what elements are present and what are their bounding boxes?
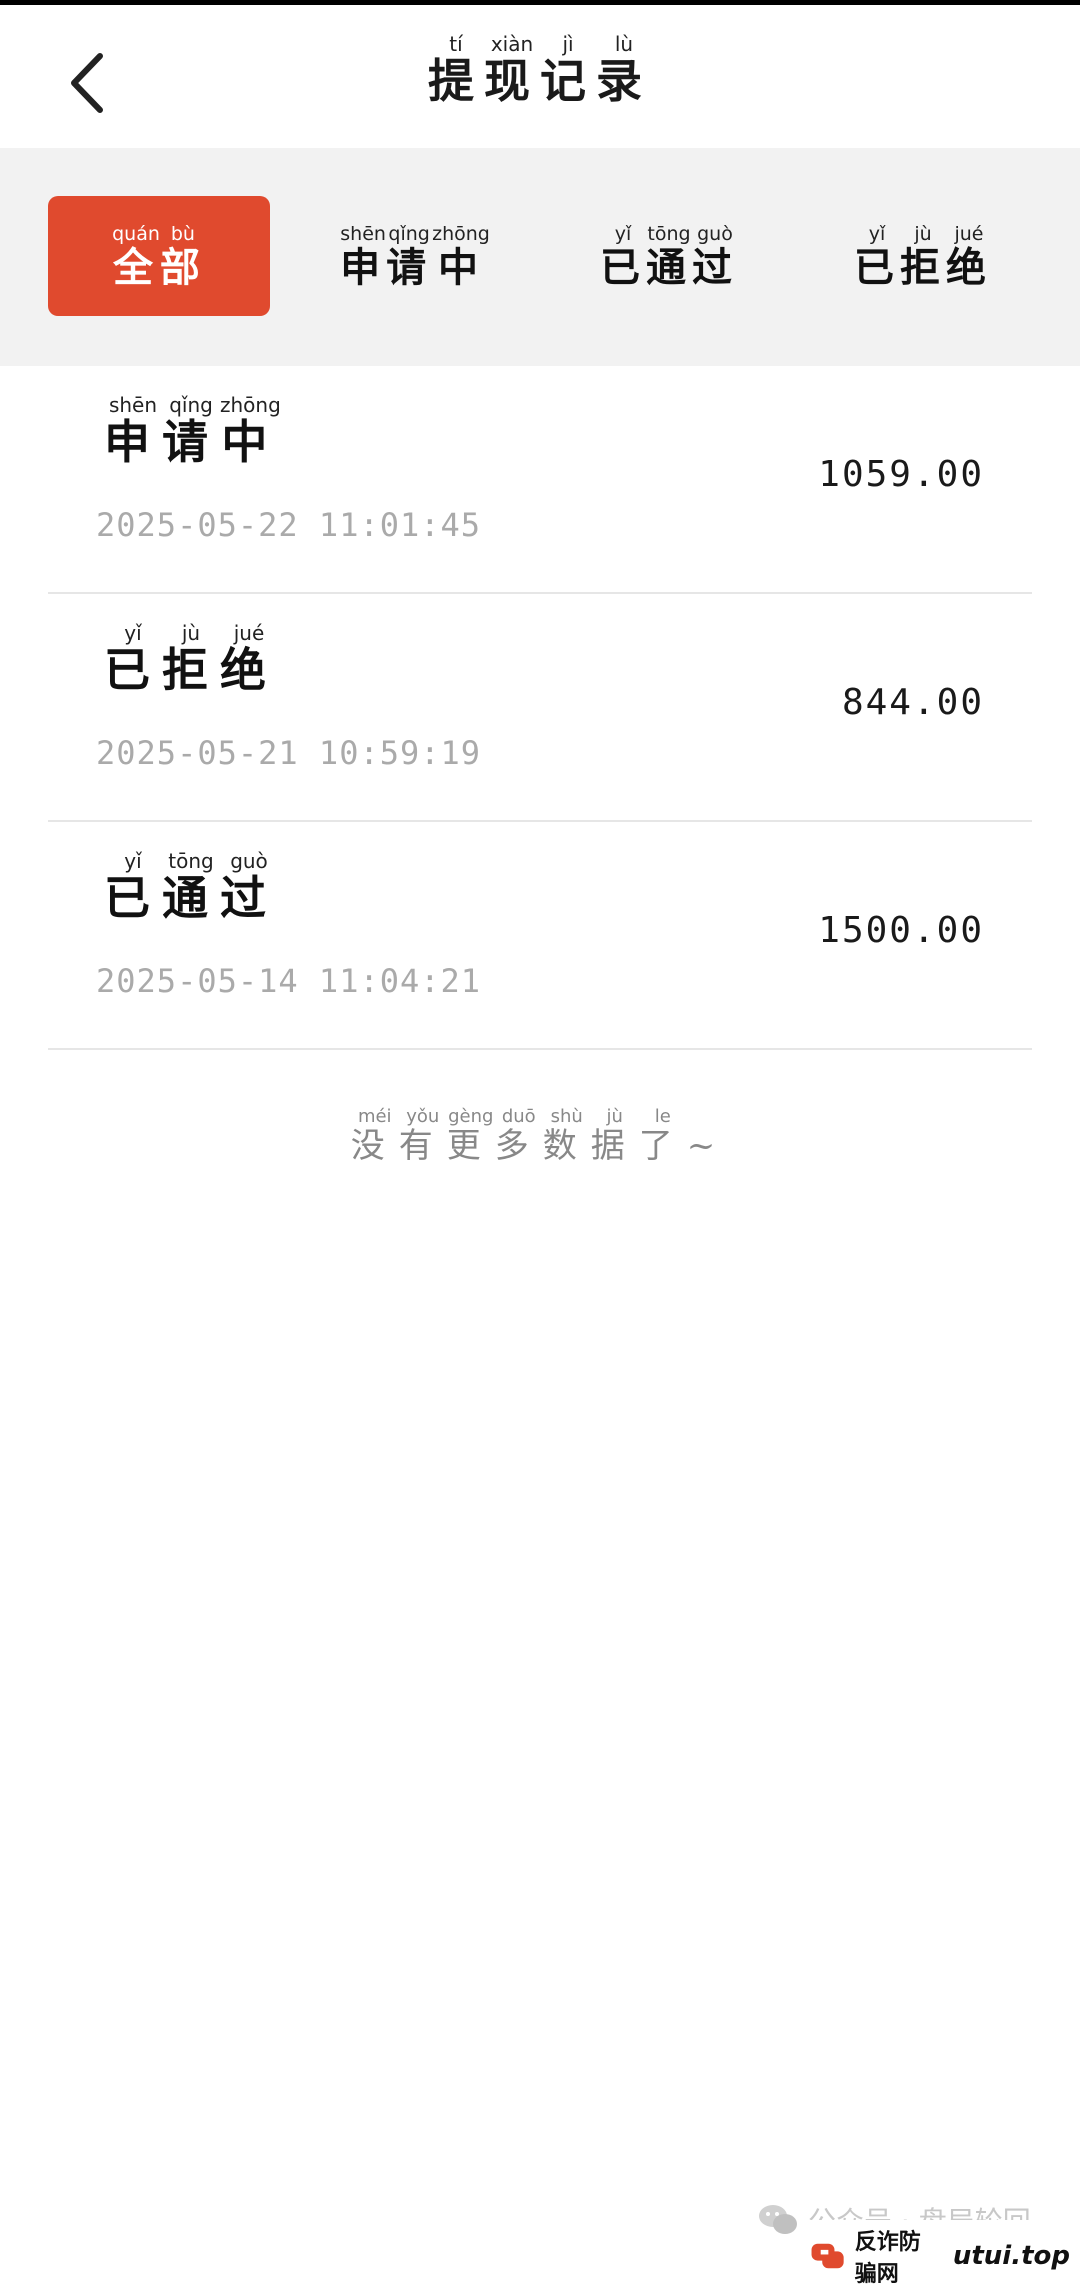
pinyin-char: 全quán: [112, 223, 160, 291]
pinyin-char: 提tí: [428, 32, 484, 108]
pinyin-char: 拒jù: [162, 621, 220, 697]
pinyin-char: 已yǐ: [104, 849, 162, 925]
record-time: 2025-05-22 11:01:45: [96, 506, 482, 544]
filter-tab-bar: 全quán部bù 申shēn请qǐng中zhōng 已yǐ通tōng过guò 已…: [0, 148, 1080, 366]
tab-rejected[interactable]: 已yǐ拒jù绝jué: [812, 196, 1034, 316]
pinyin-char: 更gèng: [446, 1106, 495, 1166]
pinyin-char: 申shēn: [340, 223, 387, 291]
brand-logo-icon: [811, 2243, 844, 2269]
pinyin-char: 已yǐ: [854, 223, 900, 291]
pinyin-char: 没méi: [350, 1106, 399, 1166]
page-title-text: 提tí现xiàn记jì录lù: [428, 32, 652, 108]
record-status: 申shēn请qǐng中zhōng: [104, 393, 281, 472]
pinyin-char: 中zhōng: [432, 223, 490, 291]
record-amount: 1059.00: [818, 454, 984, 495]
withdrawal-record-list: 申shēn请qǐng中zhōng 2025-05-22 11:01:45 105…: [0, 366, 1080, 1050]
pinyin-char: 过guò: [692, 223, 738, 291]
pinyin-char: 多duō: [494, 1106, 543, 1166]
tab-all-label: 全quán部bù: [112, 223, 206, 293]
list-item[interactable]: 已yǐ拒jù绝jué 2025-05-21 10:59:19 844.00: [48, 594, 1032, 822]
pinyin-char: 有yǒu: [398, 1106, 447, 1166]
list-item[interactable]: 申shēn请qǐng中zhōng 2025-05-22 11:01:45 105…: [48, 366, 1032, 594]
tab-approved-label: 已yǐ通tōng过guò: [600, 223, 738, 293]
pinyin-char: 绝jué: [220, 621, 278, 697]
list-item[interactable]: 已yǐ通tōng过guò 2025-05-14 11:04:21 1500.00: [48, 822, 1032, 1050]
pinyin-char: 记jì: [540, 32, 596, 108]
tab-all[interactable]: 全quán部bù: [48, 196, 270, 316]
record-amount: 1500.00: [818, 910, 984, 951]
pinyin-char: 现xiàn: [484, 32, 540, 108]
tab-approved[interactable]: 已yǐ通tōng过guò: [558, 196, 780, 316]
tab-pending-label: 申shēn请qǐng中zhōng: [340, 223, 490, 293]
record-status: 已yǐ通tōng过guò: [104, 849, 278, 928]
pinyin-char: 中zhōng: [220, 393, 281, 469]
no-more-data-suffix: ~: [686, 1126, 730, 1166]
pinyin-char: 请qǐng: [162, 393, 220, 469]
no-more-data-text: 没méi有yǒu更gèng多duō数shù据jù了le~: [0, 1106, 1080, 1167]
pinyin-char: 部bù: [159, 223, 206, 291]
pinyin-char: 通tōng: [646, 223, 692, 291]
brand-badge: 反诈防骗网 utui.top: [806, 2220, 1080, 2292]
header: 提tí现xiàn记jì录lù: [0, 5, 1080, 148]
pinyin-char: 通tōng: [162, 849, 220, 925]
brand-name: 反诈防骗网: [854, 2230, 921, 2287]
tab-rejected-label: 已yǐ拒jù绝jué: [854, 223, 992, 293]
record-time: 2025-05-14 11:04:21: [96, 962, 482, 1000]
pinyin-char: 请qǐng: [386, 223, 433, 291]
pinyin-char: 拒jù: [900, 223, 946, 291]
pinyin-char: 申shēn: [104, 393, 162, 469]
pinyin-char: 过guò: [220, 849, 278, 925]
pinyin-char: 录lù: [596, 32, 652, 108]
record-time: 2025-05-21 10:59:19: [96, 734, 482, 772]
pinyin-char: 据jù: [590, 1106, 639, 1166]
pinyin-char: 绝jué: [946, 223, 992, 291]
tab-pending[interactable]: 申shēn请qǐng中zhōng: [304, 196, 526, 316]
pinyin-char: 已yǐ: [600, 223, 646, 291]
pinyin-char: 数shù: [542, 1106, 591, 1166]
record-amount: 844.00: [841, 682, 984, 723]
no-more-data-label: 没méi有yǒu更gèng多duō数shù据jù了le: [350, 1106, 687, 1166]
pinyin-char: 已yǐ: [104, 621, 162, 697]
page-title: 提tí现xiàn记jì录lù: [0, 32, 1080, 111]
record-status: 已yǐ拒jù绝jué: [104, 621, 278, 700]
wechat-icon: [759, 2205, 797, 2234]
pinyin-char: 了le: [638, 1106, 687, 1166]
